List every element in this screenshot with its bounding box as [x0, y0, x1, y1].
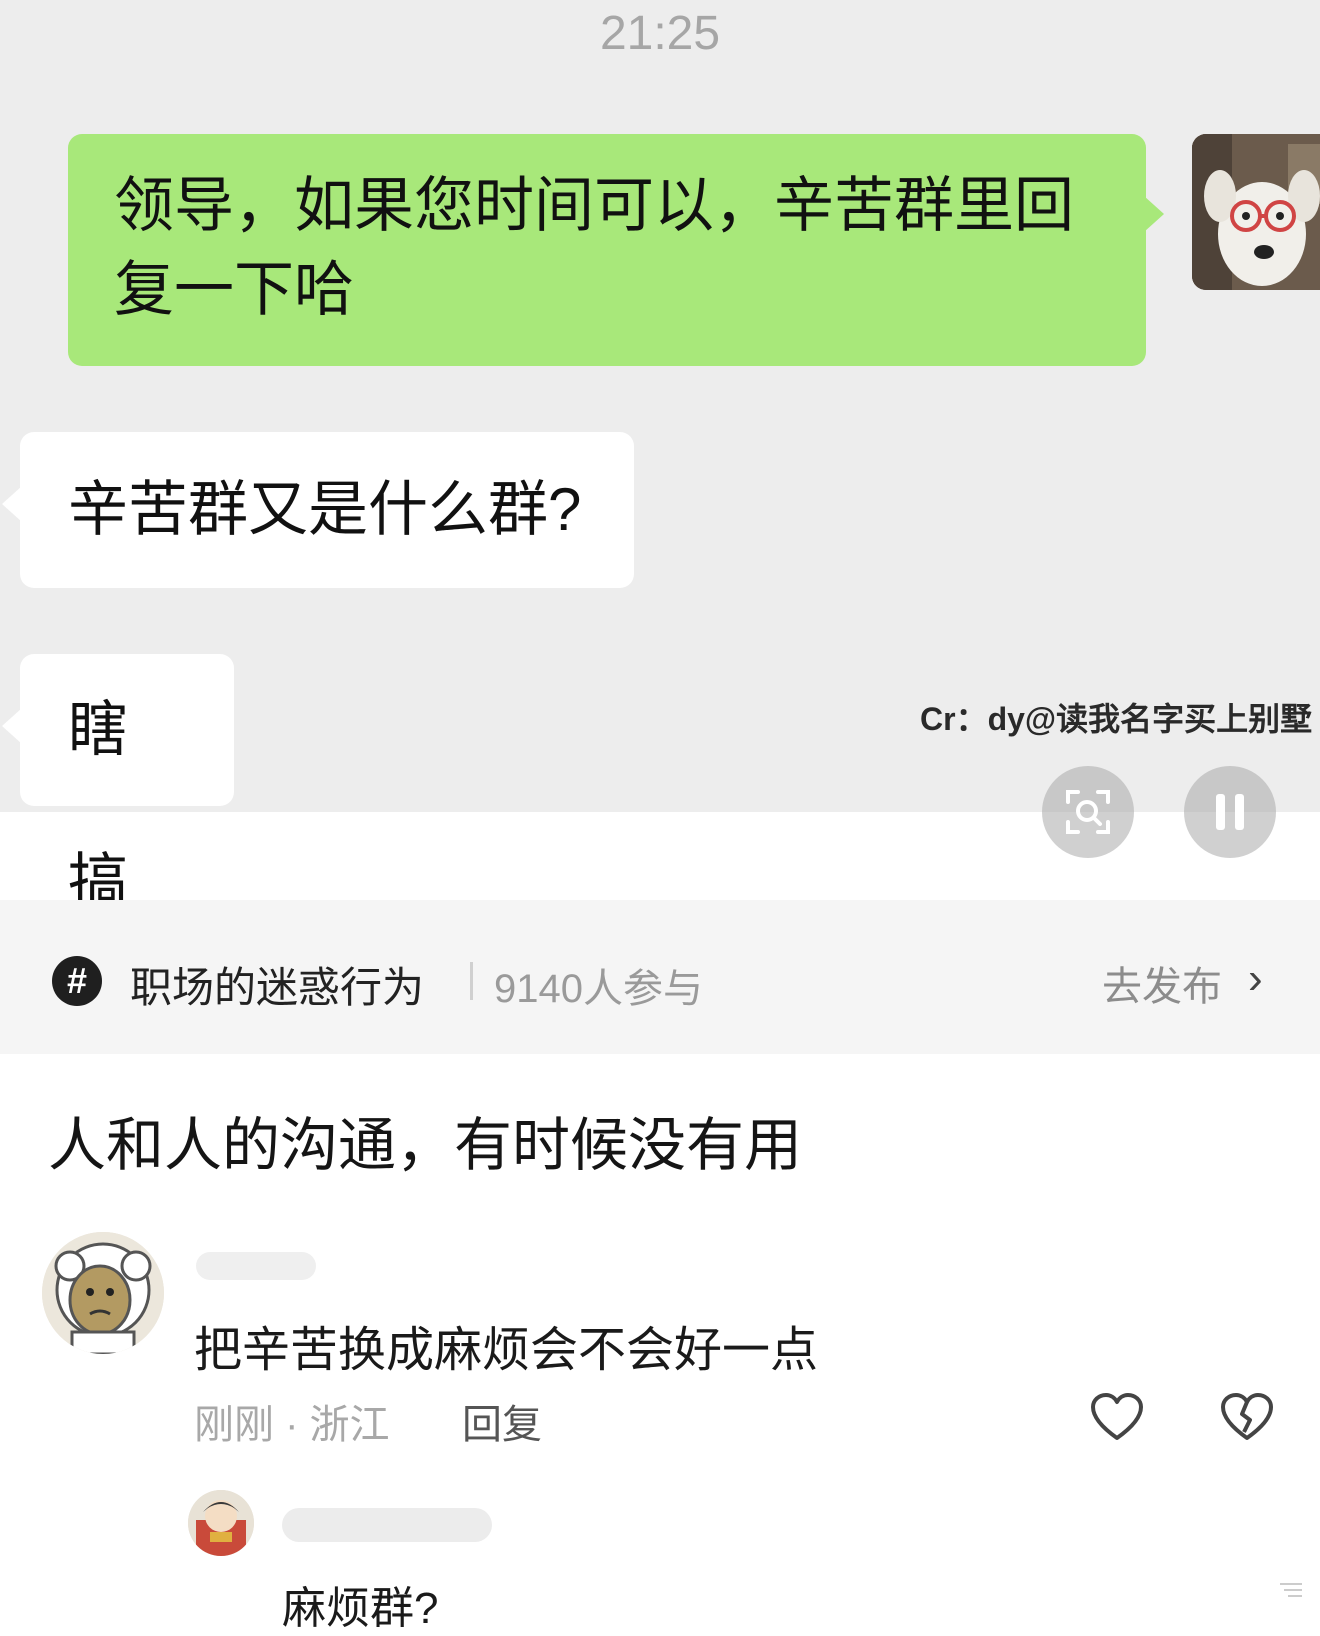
comment-meta: 刚刚 · 浙江 — [194, 1403, 390, 1447]
incoming-message-bubble: 瞎搞 — [2, 654, 234, 915]
outgoing-message-bubble: 领导，如果您时间可以，辛苦群里回复一下哈 — [68, 134, 1164, 366]
broken-heart-icon — [1221, 1393, 1273, 1440]
chat-screenshot: 21:25 领导，如果您时间可以，辛苦群里回复一下哈 辛苦群又是什么群? 瞎搞 … — [0, 0, 1320, 915]
dog-avatar — [1192, 134, 1320, 290]
publish-link[interactable]: 去发布 — [1102, 954, 1222, 1012]
comment-text: 把辛苦换成麻烦会不会好一点 — [194, 1324, 819, 1377]
dog-photo-icon — [1192, 134, 1320, 290]
pause-icon — [1216, 794, 1244, 830]
cartoon-sheep-avatar-icon — [42, 1232, 164, 1354]
replier-avatar[interactable] — [188, 1490, 254, 1556]
hashtag-icon: # — [52, 956, 102, 1006]
blurred-username — [196, 1252, 316, 1280]
reply-text: 麻烦群? — [282, 1584, 439, 1633]
heart-outline-icon — [1091, 1393, 1143, 1440]
divider — [470, 962, 473, 1000]
like-button[interactable] — [1090, 1392, 1144, 1442]
reply-button[interactable]: 回复 — [462, 1392, 542, 1450]
blurred-username — [282, 1508, 492, 1542]
credit-watermark: Cr：dy@读我名字买上别墅 — [920, 701, 1313, 737]
cartoon-avatar-icon — [188, 1490, 254, 1556]
pause-button[interactable] — [1184, 766, 1276, 858]
incoming-message-bubble: 辛苦群又是什么群? — [2, 432, 634, 588]
dislike-button[interactable] — [1220, 1392, 1274, 1442]
lines-icon — [1280, 1583, 1302, 1597]
topic-participants: 9140人参与 — [494, 967, 703, 1011]
chevron-right-icon[interactable]: › — [1248, 954, 1263, 1004]
scan-icon — [1066, 790, 1110, 834]
scan-button[interactable] — [1042, 766, 1134, 858]
commenter-avatar[interactable] — [42, 1232, 164, 1354]
lines-icon — [1276, 1580, 1306, 1600]
chat-timestamp: 21:25 — [599, 7, 721, 60]
topic-name[interactable]: 职场的迷惑行为 — [130, 954, 424, 1015]
post-caption: 人和人的沟通，有时候没有用 — [48, 1113, 803, 1178]
